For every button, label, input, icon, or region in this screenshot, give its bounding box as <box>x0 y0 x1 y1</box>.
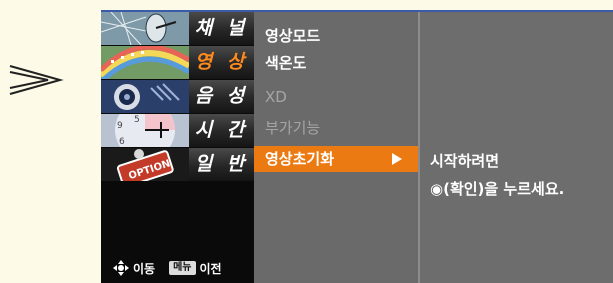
category-picture[interactable]: 영 상 <box>101 46 254 79</box>
category-label: 채 널 <box>189 12 254 45</box>
submenu-item-picture-reset[interactable]: 영상초기화 <box>254 146 418 172</box>
submenu-item-xd[interactable]: XD <box>254 84 418 110</box>
menu-badge: 메뉴 <box>169 261 196 275</box>
category-time[interactable]: 9 6 5 시 간 <box>101 114 254 147</box>
back-label: 이전 <box>199 261 222 276</box>
rainbow-film-icon <box>101 46 189 79</box>
move-label: 이동 <box>133 261 156 276</box>
category-label: 일 반 <box>189 148 254 181</box>
nav-hint: 이동 메뉴 이전 <box>113 259 222 277</box>
submenu-item-color-temperature[interactable]: 색온도 <box>254 50 418 76</box>
option-button-icon: OPTION <box>101 148 189 181</box>
submenu-item-label: 영상초기화 <box>265 150 335 168</box>
submenu-panel: 영상모드 색온도 XD 부가기능 영상초기화 <box>254 12 418 283</box>
category-general[interactable]: OPTION 일 반 <box>101 148 254 181</box>
svg-text:5: 5 <box>134 115 140 125</box>
submenu-item-extra-features[interactable]: 부가기능 <box>254 115 418 141</box>
svg-text:9: 9 <box>117 121 123 131</box>
category-label: 시 간 <box>189 114 254 147</box>
play-arrow-icon <box>392 153 402 165</box>
greater-than-mark-icon <box>9 65 64 95</box>
category-label: 영 상 <box>189 46 254 79</box>
detail-instruction-line1: 시작하려면 <box>430 152 500 170</box>
svg-text:6: 6 <box>119 137 125 147</box>
category-channel[interactable]: 채 널 <box>101 12 254 45</box>
submenu-item-picture-mode[interactable]: 영상모드 <box>254 23 418 49</box>
category-audio[interactable]: 음 성 <box>101 80 254 113</box>
detail-instruction-line2: ◉(확인)을 누르세요. <box>430 180 565 198</box>
speaker-icon <box>101 80 189 113</box>
clock-icon: 9 6 5 <box>101 114 189 147</box>
detail-panel: 시작하려면 ◉(확인)을 누르세요. <box>420 12 613 283</box>
category-label: 음 성 <box>189 80 254 113</box>
category-panel: 채 널 영 상 음 성 9 6 5 시 간 OPTION 일 반 이동 메뉴 이… <box>101 12 254 283</box>
dpad-icon <box>113 260 129 276</box>
satellite-dish-icon <box>101 12 189 45</box>
tv-osd-menu: 채 널 영 상 음 성 9 6 5 시 간 OPTION 일 반 이동 메뉴 이… <box>101 10 613 283</box>
